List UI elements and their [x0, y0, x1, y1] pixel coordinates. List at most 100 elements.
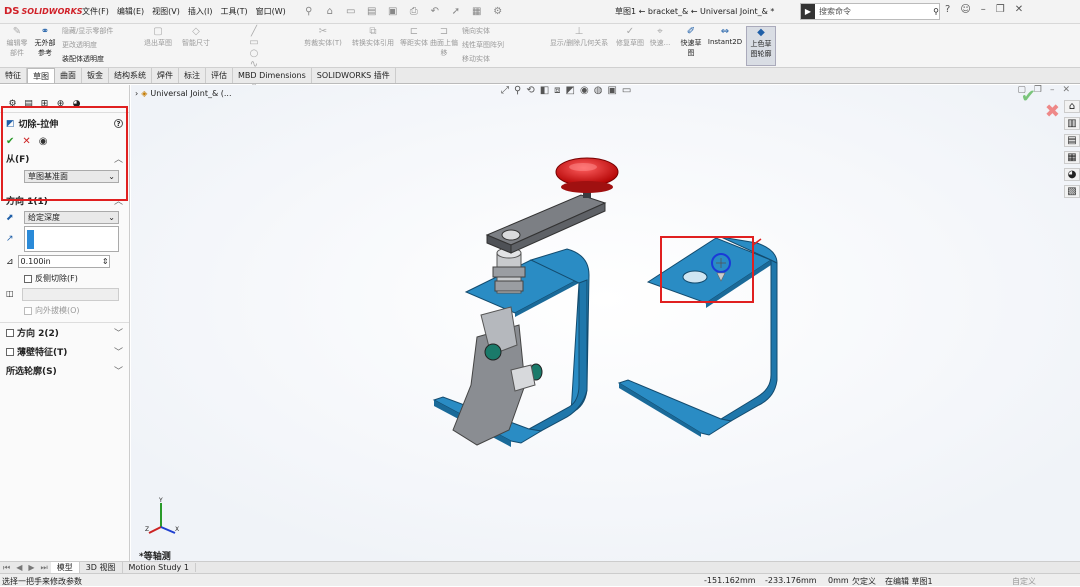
zoom-fit-icon[interactable]: ⤢ — [501, 85, 509, 96]
resources-icon[interactable]: ▥ — [1064, 117, 1080, 130]
sketch-tools-group[interactable]: ╱ ▭ ○ ∿ ⊙ A — [214, 26, 294, 92]
assembly-name[interactable]: Universal Joint_& (... — [150, 89, 231, 98]
print-icon[interactable]: ⎙ — [405, 6, 423, 17]
graphics-area[interactable]: Y X Z › ◈ Universal Joint_& (... ⤢ ⚲ ⟲ ◧… — [131, 85, 1080, 562]
depth-input[interactable]: 0.100in ⇕ — [17, 255, 110, 268]
exit-sketch-button[interactable]: ▢ 退出草图 — [140, 26, 176, 48]
options-icon[interactable]: ⚙ — [489, 6, 507, 17]
select-icon[interactable]: ➚ — [447, 6, 465, 17]
tab-structure-system[interactable]: 结构系统 — [109, 68, 152, 83]
search-scope-icon[interactable]: ▶ — [801, 4, 815, 19]
open-icon[interactable]: ▤ — [363, 6, 381, 17]
appearances-icon[interactable]: ◕ — [1064, 168, 1080, 181]
confirm-corner-check-icon[interactable]: ✔ — [1021, 86, 1036, 107]
tab-3d-views[interactable]: 3D 视图 — [80, 562, 123, 573]
menu-window[interactable]: 窗口(W) — [252, 6, 290, 17]
home-icon[interactable]: ⌂ — [321, 6, 339, 17]
flip-side-checkbox[interactable]: 反侧切除(F) — [0, 271, 129, 286]
menu-edit[interactable]: 编辑(E) — [113, 6, 148, 17]
appearance-icon[interactable]: ◍ — [594, 85, 603, 96]
menu-view[interactable]: 视图(V) — [148, 6, 184, 17]
shaded-contours-button[interactable]: ◆ 上色草图轮廓 — [746, 26, 776, 66]
mirror-entities-button[interactable]: 镜向实体 — [462, 26, 490, 36]
thin-feature-section-header[interactable]: 薄壁特征(T) ﹀ — [0, 342, 129, 361]
tab-motion-study[interactable]: Motion Study 1 — [123, 563, 196, 572]
section-view-icon[interactable]: ◧ — [540, 85, 549, 96]
search-icon[interactable]: ⚲ — [933, 7, 939, 16]
user-icon[interactable]: ☺ — [960, 4, 970, 15]
save-icon[interactable]: ▣ — [384, 6, 402, 17]
convert-entities-button[interactable]: ⧉ 转换实体引用 — [348, 26, 398, 48]
checkbox-box[interactable] — [24, 306, 32, 315]
trim-entities-button[interactable]: ✂ 剪裁实体(T) — [300, 26, 346, 48]
scene-icon[interactable]: ▣ — [607, 85, 616, 96]
hide-show-button[interactable]: 隐藏/显示零部件 — [62, 26, 113, 36]
tab-evaluate[interactable]: 评估 — [206, 68, 233, 83]
expand-arrow-icon[interactable]: › — [135, 89, 138, 98]
previous-view-icon[interactable]: ⟲ — [526, 85, 534, 96]
edit-component-button[interactable]: ✎ 编辑零部件 — [4, 26, 30, 58]
tab-surfaces[interactable]: 曲面 — [55, 68, 82, 83]
search-input[interactable]: 搜索命令 — [815, 6, 933, 17]
spinner-icon[interactable]: ⇕ — [102, 257, 109, 266]
draft-icon[interactable]: ◫ — [6, 289, 18, 300]
display-relations-button[interactable]: ⊥ 显示/删除几何关系 — [544, 26, 614, 48]
confirm-corner-cancel-icon[interactable]: ✖ — [1045, 101, 1060, 122]
rapid-sketch-button[interactable]: ✐ 快速草图 — [678, 26, 704, 58]
rebuild-icon[interactable]: ▦ — [468, 6, 486, 17]
no-external-refs-button[interactable]: ⚭ 无外部参考 — [32, 26, 58, 58]
tab-addins[interactable]: SOLIDWORKS 插件 — [312, 68, 396, 83]
first-tab-icon[interactable]: ⏮ — [0, 563, 13, 573]
custom-properties-icon[interactable]: ▧ — [1064, 185, 1080, 198]
viewport-close-icon[interactable]: ✕ — [1062, 85, 1070, 95]
direction-reference-listbox[interactable] — [24, 226, 119, 252]
home-icon[interactable]: ⌂ — [1064, 100, 1080, 113]
prev-tab-icon[interactable]: ◀ — [13, 563, 25, 572]
tab-sheet-metal[interactable]: 钣金 — [82, 68, 109, 83]
view-settings-icon[interactable]: ▭ — [622, 85, 631, 96]
tab-markup[interactable]: 标注 — [179, 68, 206, 83]
tab-model[interactable]: 模型 — [50, 562, 80, 573]
menu-file[interactable]: 文件(F) — [78, 6, 113, 17]
tab-sketch[interactable]: 草图 — [27, 68, 55, 83]
direction2-section-header[interactable]: 方向 2(2) ﹀ — [0, 323, 129, 342]
pin-icon[interactable]: ⚲ — [300, 6, 318, 17]
next-tab-icon[interactable]: ▶ — [25, 563, 37, 572]
reverse-direction-icon[interactable]: ⬈ — [6, 213, 20, 223]
quick-snaps-button[interactable]: ⌖ 快速... — [646, 26, 674, 48]
last-tab-icon[interactable]: ⏭ — [38, 563, 51, 573]
tab-weldments[interactable]: 焊件 — [152, 68, 179, 83]
selected-contours-section-header[interactable]: 所选轮廓(S) ﹀ — [0, 361, 129, 380]
instant2d-button[interactable]: ⇔ Instant2D — [706, 26, 744, 46]
checkbox-box[interactable] — [24, 274, 32, 283]
viewport-minimize-icon[interactable]: – — [1050, 85, 1055, 95]
undo-icon[interactable]: ↶ — [426, 6, 444, 17]
display-style-icon[interactable]: ◩ — [566, 85, 575, 96]
view-palette-icon[interactable]: ▦ — [1064, 151, 1080, 164]
zoom-area-icon[interactable]: ⚲ — [514, 85, 521, 96]
end-condition-select[interactable]: 给定深度 ⌄ — [24, 211, 119, 224]
thin-feature-checkbox[interactable] — [6, 347, 14, 356]
restore-icon[interactable]: ❐ — [996, 4, 1005, 15]
minimize-icon[interactable]: – — [981, 4, 986, 15]
surface-offset-button[interactable]: ⊐ 曲面上偏移 — [430, 26, 458, 58]
change-transparency-button[interactable]: 更改透明度 — [62, 40, 97, 50]
direction2-checkbox[interactable] — [6, 328, 14, 337]
file-explorer-icon[interactable]: ▤ — [1064, 134, 1080, 147]
smart-dimension-button[interactable]: ◇ 智能尺寸 — [178, 26, 214, 48]
tab-features[interactable]: 特征 — [0, 68, 27, 83]
linear-pattern-button[interactable]: 线性草图阵列 — [462, 40, 504, 50]
search-commands[interactable]: ▶ 搜索命令 ⚲ — [800, 3, 940, 20]
hide-show-items-icon[interactable]: ◉ — [580, 85, 589, 96]
tab-mbd-dimensions[interactable]: MBD Dimensions — [233, 68, 312, 83]
offset-entities-button[interactable]: ⊏ 等距实体 — [400, 26, 428, 48]
view-orientation-icon[interactable]: ⧈ — [554, 85, 560, 96]
move-entities-button[interactable]: 移动实体 — [462, 54, 490, 64]
assembly-transparency-button[interactable]: 装配体透明度 — [62, 54, 104, 64]
feature-tree-flyout[interactable]: › ◈ Universal Joint_& (... — [135, 89, 232, 98]
repair-sketch-button[interactable]: ✓ 修复草图 — [616, 26, 644, 48]
help-icon[interactable]: ? — [945, 4, 950, 15]
new-doc-icon[interactable]: ▭ — [342, 6, 360, 17]
close-icon[interactable]: ✕ — [1015, 4, 1023, 15]
draft-outward-checkbox[interactable]: 向外拔模(O) — [0, 303, 129, 318]
